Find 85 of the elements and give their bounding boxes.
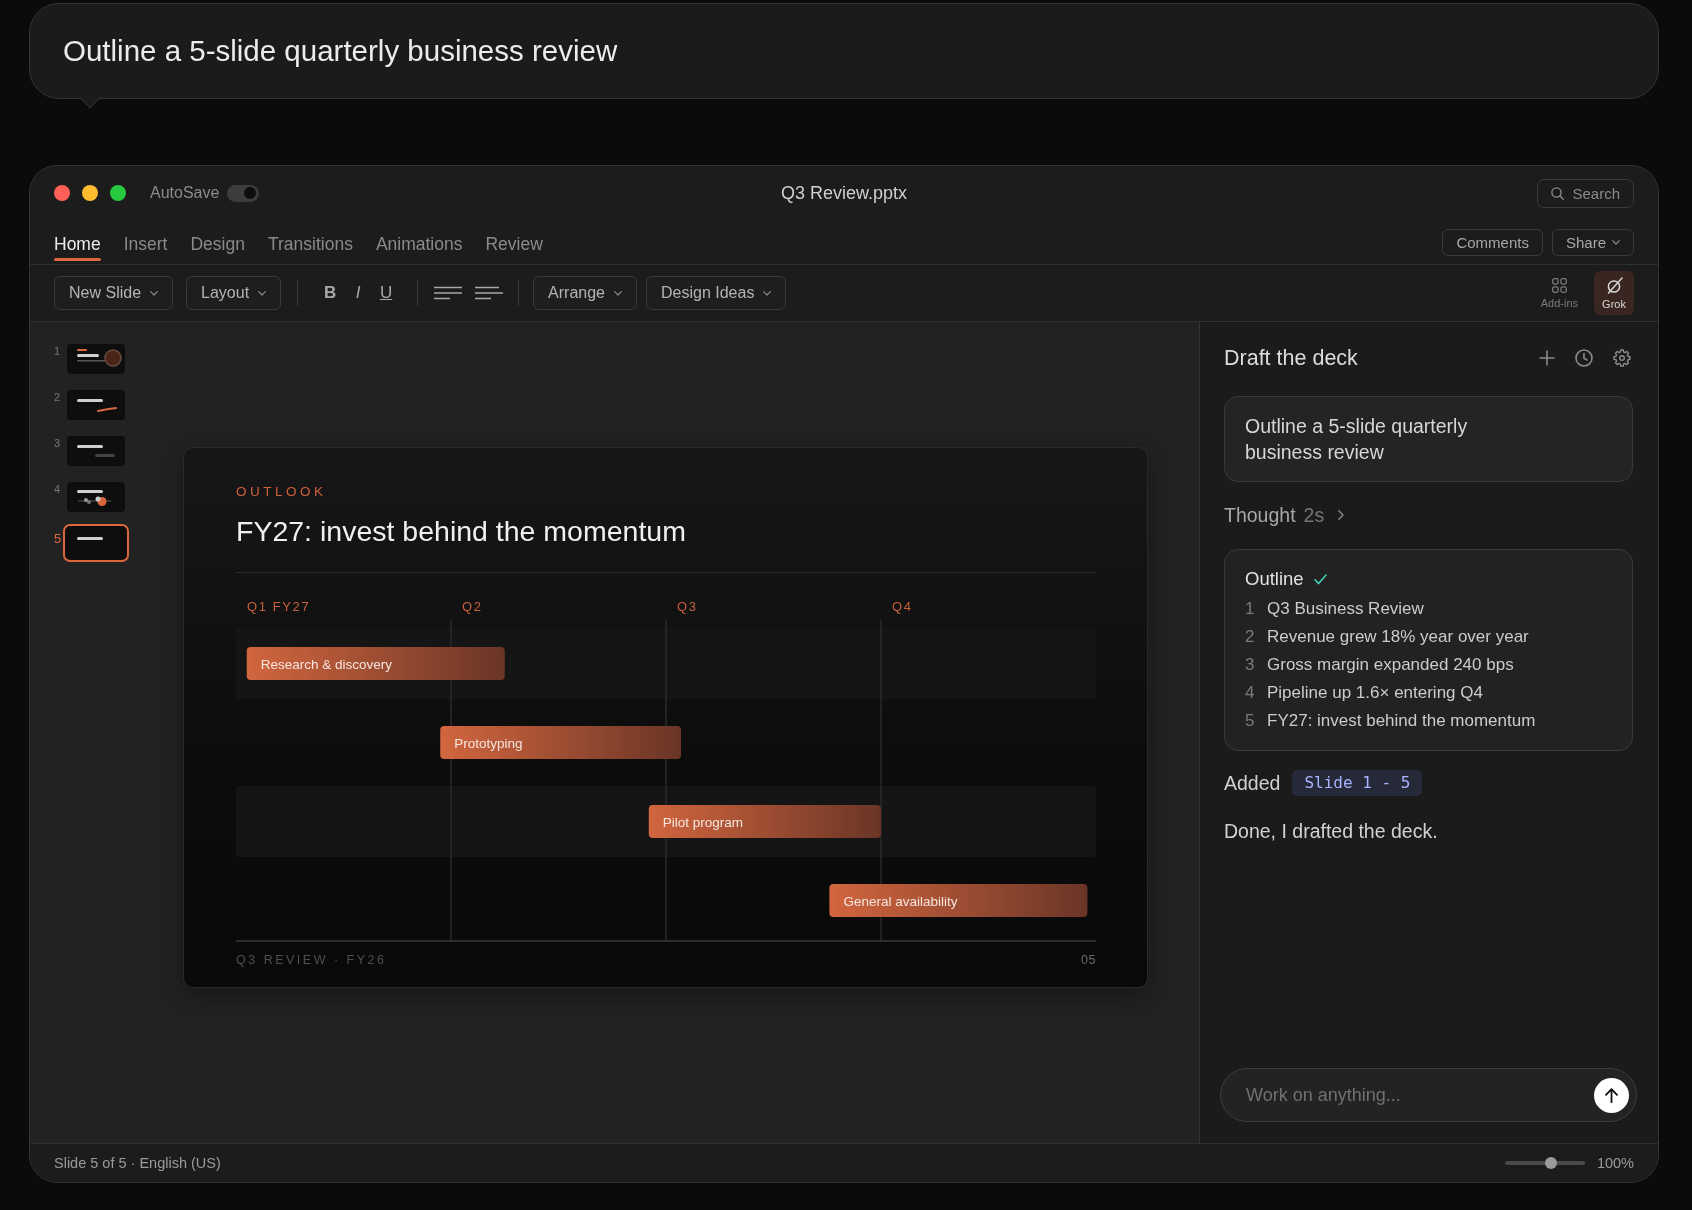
settings-icon[interactable] (1613, 349, 1631, 367)
assistant-reply: Done, I drafted the deck. (1224, 819, 1438, 843)
slider-thumb[interactable] (1545, 1157, 1558, 1169)
slide-thumbnail[interactable] (67, 482, 125, 512)
clock-icon[interactable] (1575, 349, 1593, 367)
dropdown-button[interactable]: Layout (186, 276, 282, 310)
chevron-down-icon (1612, 239, 1620, 245)
format-button[interactable]: I (345, 278, 372, 308)
outline-item: Gross margin expanded 240 bps (1267, 654, 1514, 676)
outline-number: 3 (1245, 654, 1256, 676)
slashed-circle-icon (1605, 276, 1623, 294)
plus-icon[interactable] (1539, 350, 1555, 366)
chevron-down-icon (258, 290, 267, 296)
thought-toggle[interactable]: Thought 2s (1224, 503, 1345, 527)
quarter-label: Q3 (677, 599, 698, 614)
chevron-right-icon (1338, 510, 1345, 520)
minimize-button[interactable] (82, 185, 98, 201)
outline-number: 5 (1245, 710, 1256, 732)
search-button[interactable]: Search (1537, 178, 1634, 208)
ribbon-tab[interactable]: Review (485, 220, 543, 264)
ribbon-tool-button[interactable]: Grok (1594, 271, 1634, 315)
grid-icon (1551, 277, 1567, 293)
bar-label: General availability (843, 893, 958, 909)
slide-thumbnail[interactable] (67, 390, 125, 420)
slide-number: 3 (54, 436, 62, 450)
zoom-level: 100% (1596, 1155, 1634, 1171)
send-button[interactable] (1594, 1077, 1629, 1113)
ribbon-tab[interactable]: Design (190, 220, 245, 264)
slide-thumbnail[interactable] (67, 436, 125, 466)
chevron-down-icon (150, 290, 159, 296)
slide-range-tag: Slide 1 - 5 (1292, 770, 1423, 796)
autosave-label: AutoSave (150, 184, 220, 202)
quarter-label: Q4 (892, 599, 913, 614)
ribbon-tab[interactable]: Animations (375, 220, 463, 264)
slide-number: 5 (54, 532, 63, 546)
zoom-button[interactable] (110, 185, 126, 201)
ribbon-tab[interactable]: Home (54, 220, 101, 264)
dropdown-button[interactable]: New Slide (54, 276, 174, 310)
outline-number: 2 (1245, 626, 1256, 648)
slide-number: 1 (54, 344, 62, 358)
window-title: Q3 Review.pptx (780, 182, 908, 204)
user-message-text: Outline a 5-slide quarterly business review (1245, 414, 1469, 465)
bar-label: Prototyping (454, 735, 523, 751)
status-text: Slide 5 of 5 · English (US) (54, 1155, 221, 1171)
outline-item: Pipeline up 1.6× entering Q4 (1267, 682, 1483, 704)
paragraph-lines-icon[interactable] (475, 286, 504, 300)
ribbon-tool-button[interactable]: Add-ins (1536, 271, 1582, 315)
search-icon (1551, 186, 1565, 200)
slide-thumbnail[interactable] (63, 524, 129, 562)
format-button[interactable]: B (317, 278, 344, 308)
composer-field[interactable]: Work on anything... (1220, 1068, 1637, 1122)
header-button[interactable]: Share (1551, 228, 1634, 256)
outline-number: 1 (1245, 598, 1256, 620)
chevron-down-icon (614, 290, 622, 296)
outline-item: Revenue grew 18% year over year (1267, 626, 1529, 648)
slide-number: 4 (54, 482, 62, 496)
added-label: Added (1224, 771, 1281, 795)
quarter-label: Q2 (462, 599, 483, 614)
ribbon-tab[interactable]: Transitions (267, 220, 353, 264)
message-input[interactable]: Work on anything... (1246, 1082, 1584, 1108)
quarter-label: Q1 FY27 (247, 599, 311, 614)
align-left-icon[interactable] (434, 286, 463, 300)
outline-number: 4 (1245, 682, 1256, 704)
prompt-text: Outline a 5-slide quarterly business review (63, 34, 618, 68)
bar-label: Pilot program (662, 814, 744, 830)
header-button[interactable]: Comments (1442, 228, 1543, 256)
slide-page-number: 05 (1081, 952, 1096, 968)
slide-title: FY27: invest behind the momentum (236, 515, 686, 547)
panel-title: Draft the deck (1224, 345, 1358, 371)
format-button[interactable]: U (373, 278, 400, 308)
outline-item: Q3 Business Review (1267, 598, 1424, 620)
close-button[interactable] (54, 185, 70, 201)
arrow-up-icon (1605, 1087, 1618, 1103)
outline-item: FY27: invest behind the momentum (1267, 710, 1536, 732)
autosave-toggle[interactable] (227, 184, 260, 202)
dropdown-button[interactable]: Arrange (533, 276, 637, 310)
outline-title: Outline (1245, 567, 1304, 591)
slide-eyebrow: OUTLOOK (236, 483, 327, 501)
slide-footer-text: Q3 REVIEW · FY26 (236, 952, 387, 968)
chevron-down-icon (763, 290, 772, 296)
dropdown-button[interactable]: Design Ideas (646, 276, 787, 310)
ribbon-tab[interactable]: Insert (123, 220, 168, 264)
slide-number: 2 (54, 390, 62, 404)
slide-thumbnail[interactable] (67, 344, 125, 374)
bar-label: Research & discovery (260, 656, 393, 672)
